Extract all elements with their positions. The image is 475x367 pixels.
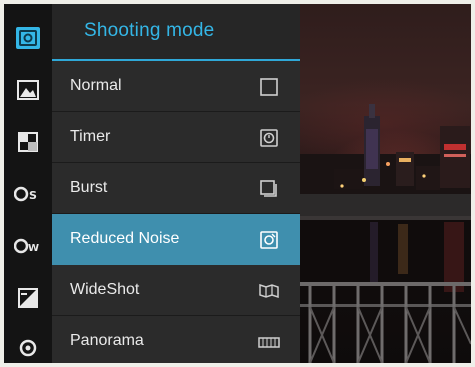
white-balance-rail-button[interactable]: W — [4, 220, 52, 272]
exposure-rail-button[interactable] — [4, 272, 52, 324]
white-balance-icon: W — [14, 238, 42, 254]
mode-label: WideShot — [70, 281, 140, 298]
burst-stack-icon — [258, 178, 280, 200]
wideshot-icon — [258, 280, 280, 302]
mode-label: Reduced Noise — [70, 230, 180, 247]
reduced-noise-icon — [258, 229, 280, 251]
timer-icon — [258, 127, 280, 149]
shooting-mode-panel: Shooting mode Normal Timer Burst Reduced… — [52, 4, 300, 363]
shooting-mode-icon — [16, 27, 40, 49]
panorama-icon — [258, 331, 280, 353]
mode-item-normal[interactable]: Normal — [52, 61, 300, 112]
camera-settings-rail: S W — [4, 4, 52, 363]
mode-label: Timer — [70, 128, 111, 145]
effects-icon — [18, 132, 38, 152]
panel-title: Shooting mode — [84, 20, 215, 41]
mode-item-reduced-noise[interactable]: Reduced Noise — [52, 214, 300, 265]
exposure-icon — [18, 288, 38, 308]
mode-label: Normal — [70, 77, 122, 94]
shooting-mode-rail-button[interactable] — [4, 12, 52, 64]
mode-item-wideshot[interactable]: WideShot — [52, 265, 300, 316]
scene-icon — [17, 80, 39, 100]
effects-rail-button[interactable] — [4, 116, 52, 168]
iso-rail-button[interactable]: S — [4, 168, 52, 220]
mode-item-burst[interactable]: Burst — [52, 163, 300, 214]
svg-text:W: W — [28, 243, 39, 254]
settings-icon — [19, 339, 37, 357]
mode-label: Panorama — [70, 332, 144, 349]
panel-header: Shooting mode — [52, 4, 300, 61]
scene-rail-button[interactable] — [4, 64, 52, 116]
svg-text:S: S — [29, 189, 37, 202]
mode-item-panorama[interactable]: Panorama — [52, 316, 300, 363]
camera-screen: S W Shooting mode Normal Timer Burst Red… — [4, 4, 471, 363]
mode-label: Burst — [70, 179, 108, 196]
iso-icon: S — [14, 186, 42, 202]
settings-rail-button[interactable] — [4, 322, 52, 363]
square-frame-icon — [258, 76, 280, 98]
mode-item-timer[interactable]: Timer — [52, 112, 300, 163]
